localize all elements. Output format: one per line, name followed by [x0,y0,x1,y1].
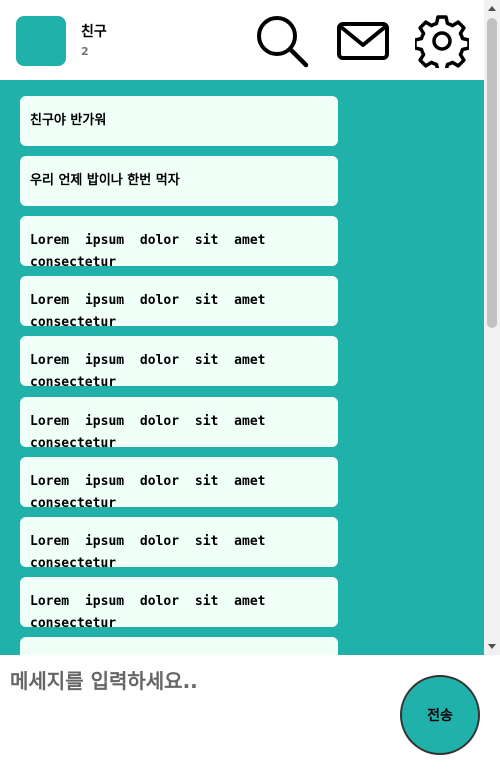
avatar[interactable] [16,16,66,66]
message-text: Lorem ipsum dolor sit amet consectetur [30,293,266,326]
gear-icon[interactable] [415,14,469,68]
search-icon[interactable] [255,14,309,68]
message-bubble: Lorem ipsum dolor sit amet consectetur [20,336,338,386]
message-composer: 전송 [0,655,500,774]
message-list[interactable]: 친구야 반가워 우리 언제 밥이나 한번 먹자 Lorem ipsum dolo… [0,80,484,655]
chat-room-name: 친구 [81,24,107,40]
mail-icon[interactable] [336,14,390,68]
message-bubble: 우리 언제 밥이나 한번 먹자 [20,156,338,206]
message-bubble: Lorem ipsum dolor sit amet consectetur [20,577,338,627]
message-bubble: Lorem ipsum dolor sit amet consectetur [20,457,338,507]
message-bubble: Lorem ipsum dolor sit amet consectetur [20,397,338,447]
send-button[interactable]: 전송 [400,675,480,755]
chat-header: 친구 2 [0,0,484,80]
scrollbar-thumb[interactable] [487,18,497,328]
message-bubble: Lorem ipsum dolor sit amet consectetur [20,517,338,567]
message-text: 우리 언제 밥이나 한번 먹자 [30,173,180,188]
message-text: Lorem ipsum dolor sit amet consectetur [30,414,266,447]
message-bubble: 친구야 반가워 [20,96,338,146]
message-text: Lorem ipsum dolor sit amet consectetur [30,353,266,386]
message-text: Lorem ipsum dolor sit amet consectetur [30,594,266,627]
message-text: 친구야 반가워 [30,113,107,128]
member-count: 2 [81,45,89,58]
message-text: Lorem ipsum dolor sit amet consectetur [30,233,266,266]
message-text: Lorem ipsum dolor sit amet consectetur [30,474,266,507]
message-text: Lorem ipsum dolor sit amet consectetur [30,534,266,567]
message-bubble [20,637,338,655]
message-bubble: Lorem ipsum dolor sit amet consectetur [20,276,338,326]
message-bubble: Lorem ipsum dolor sit amet consectetur [20,216,338,266]
message-input[interactable] [0,655,390,774]
scroll-up-arrow-icon[interactable] [488,6,496,11]
message-text [30,637,328,651]
scrollbar[interactable] [484,0,500,655]
scroll-down-arrow-icon[interactable] [488,644,496,649]
